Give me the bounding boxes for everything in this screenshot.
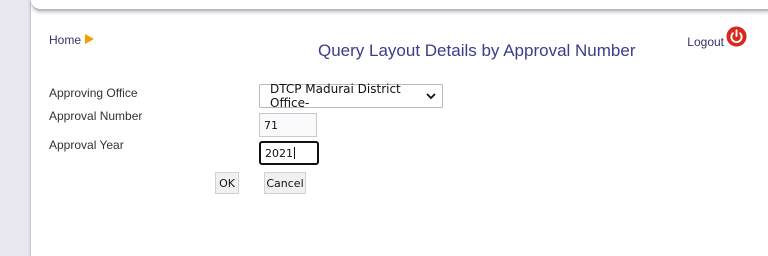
home-label: Home: [49, 33, 82, 47]
logout-link[interactable]: Logout: [687, 26, 747, 49]
approval-year-label: Approval Year: [49, 138, 124, 152]
page-title: Query Layout Details by Approval Number: [318, 41, 636, 60]
approval-number-input[interactable]: 71: [259, 113, 317, 137]
logout-label: Logout: [687, 35, 724, 49]
home-link[interactable]: Home: [49, 33, 95, 47]
approval-number-label: Approval Number: [49, 109, 143, 123]
approving-office-value: DTCP Madurai District Office-: [270, 82, 401, 110]
approval-number-value: 71: [264, 118, 278, 132]
approving-office-select[interactable]: DTCP Madurai District Office-: [259, 82, 443, 110]
text-caret: [294, 147, 295, 159]
power-icon[interactable]: [726, 26, 747, 47]
top-bar: [31, 0, 768, 11]
ok-button[interactable]: OK: [215, 172, 239, 194]
main-panel: Home Query Layout Details by Approval Nu…: [30, 0, 768, 256]
approval-year-value: 2021: [265, 146, 293, 160]
chevron-down-icon: [426, 93, 436, 100]
approval-year-input[interactable]: 2021: [259, 141, 319, 165]
cancel-button[interactable]: Cancel: [264, 172, 306, 194]
play-arrow-icon: [85, 34, 95, 44]
approving-office-label: Approving Office: [49, 86, 138, 100]
